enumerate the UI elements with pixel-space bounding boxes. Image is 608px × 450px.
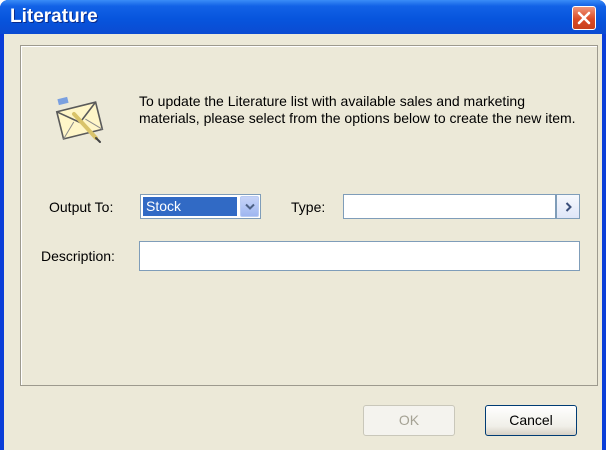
close-button[interactable] xyxy=(572,6,596,30)
title-bar[interactable]: Literature xyxy=(0,0,606,34)
cancel-button[interactable]: Cancel xyxy=(485,405,577,436)
ok-button[interactable]: OK xyxy=(363,405,455,436)
output-to-label: Output To: xyxy=(49,199,114,215)
type-field[interactable] xyxy=(343,194,556,219)
envelope-edit-icon xyxy=(52,92,112,153)
output-to-value[interactable]: Stock xyxy=(143,197,237,216)
output-to-combobox[interactable]: Stock xyxy=(140,194,261,219)
output-to-dropdown-button[interactable] xyxy=(240,196,259,217)
description-field[interactable] xyxy=(139,241,580,271)
intro-text: To update the Literature list with avail… xyxy=(139,93,576,126)
type-label: Type: xyxy=(291,199,326,215)
window-title: Literature xyxy=(10,6,98,27)
type-picker-button[interactable] xyxy=(556,194,580,219)
description-label: Description: xyxy=(41,248,115,264)
